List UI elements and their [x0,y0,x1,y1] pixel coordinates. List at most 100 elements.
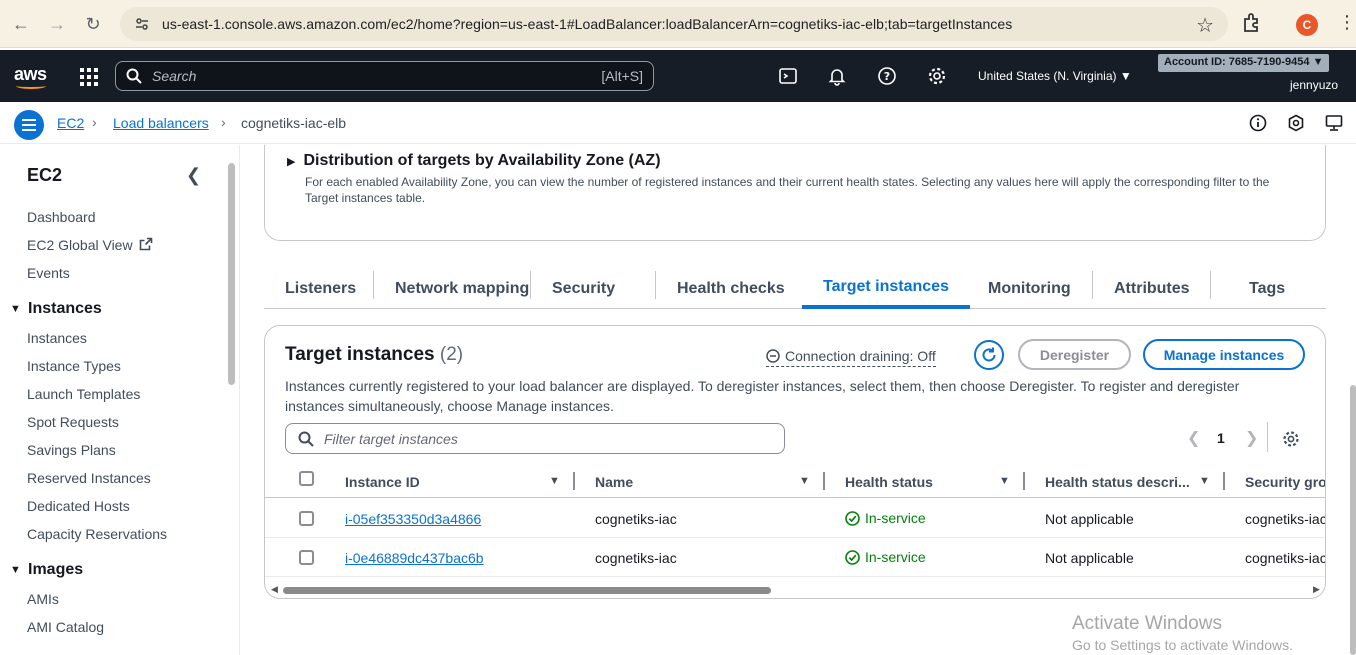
tab-attributes[interactable]: Attributes [1093,269,1211,309]
connection-draining-status[interactable]: Connection draining: Off [766,348,936,367]
aws-logo[interactable]: aws [14,64,47,85]
info-icon[interactable] [1249,114,1267,132]
column-header-health-status[interactable]: Health status [845,474,933,490]
tab-health-checks[interactable]: Health checks [656,269,806,309]
search-shortcut: [Alt+S] [601,68,643,84]
global-search-input[interactable]: Search [Alt+S] [115,61,654,91]
sidebar-item-amis[interactable]: AMIs [27,591,59,607]
side-nav-toggle-button[interactable] [14,110,44,140]
profile-avatar[interactable]: C [1296,14,1318,36]
scrollbar-thumb[interactable] [283,587,771,594]
security-hexagon-icon[interactable] [1287,114,1305,132]
health-status-description: Not applicable [1045,550,1134,566]
sidebar-item-ami-catalog[interactable]: AMI Catalog [27,619,104,635]
sidebar-item-reserved-instances[interactable]: Reserved Instances [27,470,151,486]
sidebar-item-spot-requests[interactable]: Spot Requests [27,414,119,430]
browser-menu-icon[interactable]: ⋮ [1338,12,1356,33]
sidebar-item-dedicated-hosts[interactable]: Dedicated Hosts [27,498,130,514]
sidebar-item-events[interactable]: Events [27,265,70,281]
table-preferences-gear-icon[interactable] [1282,430,1300,448]
services-grid-icon[interactable] [80,68,98,86]
sidebar-item-instance-types[interactable]: Instance Types [27,358,121,374]
sidebar-item-launch-templates[interactable]: Launch Templates [27,386,140,402]
manage-instances-button[interactable]: Manage instances [1143,339,1305,370]
column-header-health-status-description[interactable]: Health status descri... [1045,474,1190,490]
help-icon[interactable]: ? [877,66,897,86]
sidebar-item-savings-plans[interactable]: Savings Plans [27,442,116,458]
tab-bar: Listeners Network mapping Security Healt… [264,269,1326,309]
select-all-checkbox[interactable] [299,471,314,486]
deregister-button[interactable]: Deregister [1018,339,1131,370]
side-navigation: EC2 ❮ Dashboard EC2 Global View Events ▼… [0,145,240,655]
main-scrollbar[interactable] [1350,385,1356,655]
account-id-badge[interactable]: Account ID: 7685-7190-9454 ▼ [1158,54,1330,72]
user-menu[interactable]: jennyuzo [1290,78,1338,92]
breadcrumb-load-balancers[interactable]: Load balancers [113,115,209,131]
sidebar-scrollbar[interactable] [228,163,235,385]
notifications-bell-icon[interactable] [827,66,847,86]
instance-id-link[interactable]: i-05ef353350d3a4866 [345,511,481,527]
tab-tags[interactable]: Tags [1228,269,1306,309]
cloudshell-icon[interactable] [778,66,798,86]
sidebar-section-images[interactable]: ▼ Images [10,561,83,579]
activate-windows-watermark: Activate Windows Go to Settings to activ… [1072,613,1293,653]
tab-target-instances[interactable]: Target instances [802,269,970,309]
feedback-icon[interactable] [1325,114,1343,132]
sidebar-item-ec2-global-view[interactable]: EC2 Global View [27,237,153,253]
sort-caret-icon[interactable]: ▼ [999,475,1010,487]
chevron-right-icon: › [221,114,226,130]
az-distribution-toggle[interactable]: ▶ Distribution of targets by Availabilit… [287,152,661,170]
tab-security[interactable]: Security [531,269,636,309]
breadcrumb-ec2[interactable]: EC2 [57,115,84,131]
sort-caret-icon[interactable]: ▼ [799,475,810,487]
status-stopped-icon [766,349,780,363]
bookmark-star-icon[interactable]: ☆ [1196,13,1214,38]
collapse-sidebar-icon[interactable]: ❮ [186,165,201,186]
region-selector[interactable]: United States (N. Virginia) ▼ [978,69,1132,83]
sidebar-item-dashboard[interactable]: Dashboard [27,209,96,225]
row-checkbox[interactable] [299,550,314,565]
sidebar-title[interactable]: EC2 [27,165,62,186]
column-header-name[interactable]: Name [595,474,633,490]
site-settings-icon[interactable] [128,16,156,32]
column-resizer[interactable] [1023,472,1025,490]
search-icon [126,68,142,84]
tab-listeners[interactable]: Listeners [264,269,377,309]
column-header-security-groups[interactable]: Security gro [1245,474,1325,490]
refresh-button[interactable] [974,340,1004,370]
target-instances-description: Instances currently registered to your l… [285,378,1240,414]
url-text[interactable]: us-east-1.console.aws.amazon.com/ec2/hom… [162,16,1012,32]
scroll-right-icon[interactable]: ▶ [1313,584,1320,595]
sidebar-section-instances[interactable]: ▼ Instances [10,300,102,318]
sidebar-item-instances[interactable]: Instances [27,330,87,346]
refresh-icon [982,347,996,362]
scroll-left-icon[interactable]: ◀ [271,584,278,595]
extensions-icon[interactable] [1240,11,1264,35]
column-header-instance-id[interactable]: Instance ID [345,474,420,490]
reload-icon[interactable]: ↻ [78,9,108,39]
next-page-icon[interactable]: ❯ [1245,428,1258,448]
tab-monitoring[interactable]: Monitoring [967,269,1092,309]
filter-placeholder: Filter target instances [324,430,458,447]
tab-network-mapping[interactable]: Network mapping [374,269,550,309]
instance-id-link[interactable]: i-0e46889dc437bac6b [345,550,484,566]
page-number[interactable]: 1 [1217,430,1225,446]
previous-page-icon[interactable]: ❮ [1187,428,1200,448]
column-resizer[interactable] [573,472,575,490]
address-bar[interactable]: us-east-1.console.aws.amazon.com/ec2/hom… [120,7,1228,41]
column-resizer[interactable] [823,472,825,490]
filter-target-instances-input[interactable]: Filter target instances [285,423,785,454]
table-horizontal-scrollbar[interactable]: ◀ ▶ [269,584,1323,596]
settings-gear-icon[interactable] [927,66,947,86]
column-resizer[interactable] [1223,472,1225,490]
success-check-icon [845,549,860,565]
row-checkbox[interactable] [299,511,314,526]
table-row[interactable]: i-05ef353350d3a4866 cognetiks-iac In-ser… [265,499,1325,538]
sort-caret-icon[interactable]: ▼ [1199,475,1210,487]
sort-caret-icon[interactable]: ▼ [549,475,560,487]
caret-down-icon: ▼ [10,303,21,315]
back-arrow-icon[interactable]: ← [6,9,36,39]
forward-arrow-icon[interactable]: → [42,9,72,39]
table-row[interactable]: i-0e46889dc437bac6b cognetiks-iac In-ser… [265,538,1325,577]
sidebar-item-capacity-reservations[interactable]: Capacity Reservations [27,526,167,542]
